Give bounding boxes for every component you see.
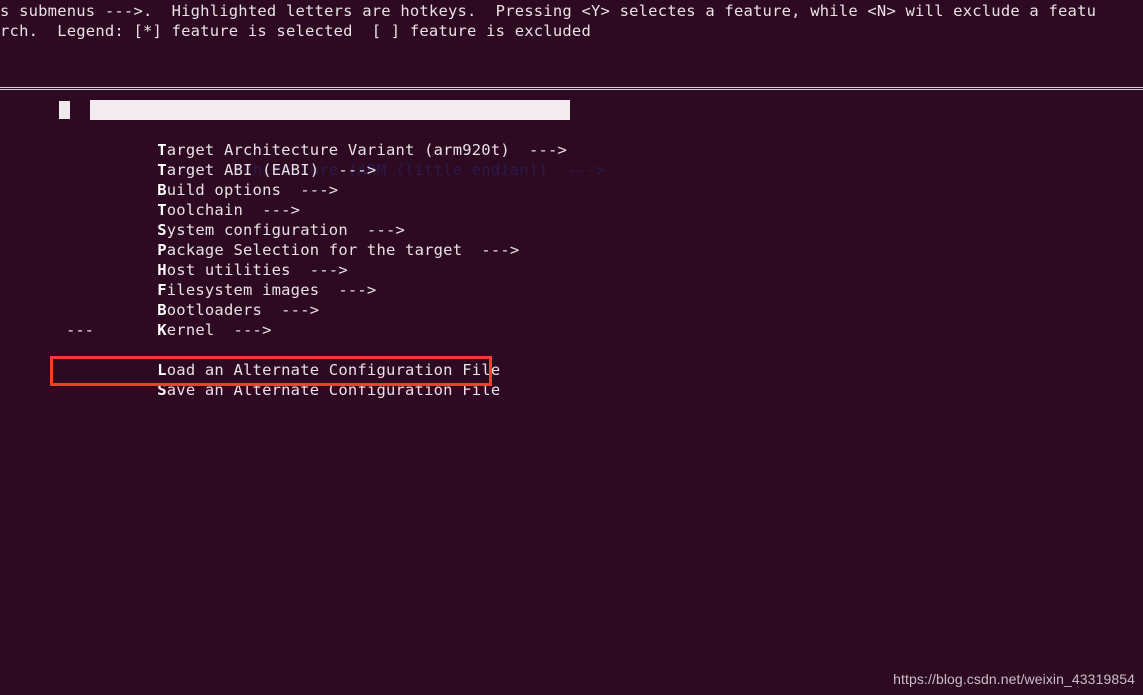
menu-item-text: ave an Alternate Configuration File xyxy=(166,381,501,399)
menu-item-label: Kernel ---> xyxy=(157,321,271,339)
menu-item-filesystem-images[interactable]: Filesystem images ---> xyxy=(0,260,1143,299)
menu-item-load-alternate-config[interactable]: Load an Alternate Configuration File xyxy=(0,340,1143,379)
hotkey-letter: S xyxy=(157,381,167,399)
hotkey-letter: K xyxy=(157,321,167,339)
menu-item-save-alternate-config[interactable]: Save an Alternate Configuration File xyxy=(0,360,1143,399)
menu-item-build-options[interactable]: Build options ---> xyxy=(0,160,1143,199)
help-band: s submenus --->. Highlighted letters are… xyxy=(0,0,1143,86)
selection-highlight xyxy=(90,100,570,120)
cursor-block xyxy=(59,101,70,119)
menu-item-system-configuration[interactable]: System configuration ---> xyxy=(0,200,1143,239)
menu-item-package-selection[interactable]: Package Selection for the target ---> xyxy=(0,220,1143,259)
menu-item-bootloaders[interactable]: Bootloaders ---> xyxy=(0,280,1143,319)
menu-list: Target Architecture (ARM (little endian)… xyxy=(0,100,1143,399)
menu-item-text: ernel ---> xyxy=(166,321,272,339)
help-text-line-1: s submenus --->. Highlighted letters are… xyxy=(0,2,1097,20)
watermark-url: https://blog.csdn.net/weixin_43319854 xyxy=(893,671,1135,687)
menu-item-target-abi[interactable]: Target ABI (EABI) ---> xyxy=(0,140,1143,179)
menu-item-host-utilities[interactable]: Host utilities ---> xyxy=(0,240,1143,279)
menu-item-label: Save an Alternate Configuration File xyxy=(157,381,500,399)
header-divider xyxy=(0,87,1143,90)
menu-item-target-architecture-variant[interactable]: Target Architecture Variant (arm920t) --… xyxy=(0,120,1143,159)
menu-item-toolchain[interactable]: Toolchain ---> xyxy=(0,180,1143,219)
menu-item-target-architecture[interactable]: Target Architecture (ARM (little endian)… xyxy=(0,100,1143,179)
menuconfig-terminal: s submenus --->. Highlighted letters are… xyxy=(0,0,1143,695)
help-text-line-2: rch. Legend: [*] feature is selected [ ]… xyxy=(0,22,591,40)
menu-item-kernel[interactable]: Kernel ---> xyxy=(0,300,1143,339)
